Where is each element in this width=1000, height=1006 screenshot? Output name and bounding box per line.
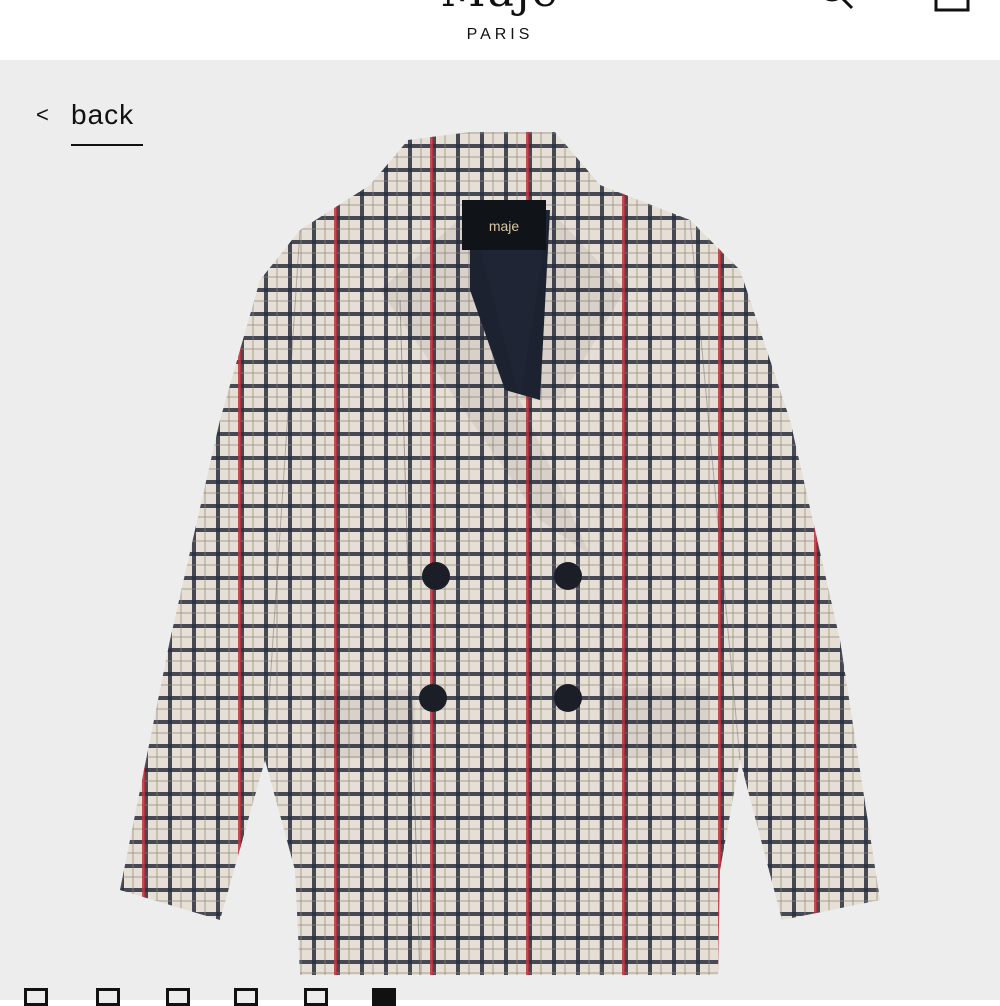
gallery-dot-2[interactable] <box>96 988 120 1006</box>
brand-label-text: maje <box>489 218 520 234</box>
product-image: maje <box>0 60 1000 1000</box>
hamburger-menu-icon[interactable] <box>28 0 94 12</box>
gallery-dot-6-active[interactable] <box>372 988 396 1006</box>
coat-button <box>419 684 447 712</box>
brand-tagline: PARIS <box>466 26 534 43</box>
back-label: back <box>71 99 135 130</box>
gallery-dot-1[interactable] <box>24 988 48 1006</box>
gallery-dot-3[interactable] <box>166 988 190 1006</box>
coat-button <box>554 562 582 590</box>
site-header: Maje PARIS <box>0 0 1000 60</box>
coat-button <box>422 562 450 590</box>
gallery-dot-4[interactable] <box>234 988 258 1006</box>
coat-button <box>554 684 582 712</box>
gallery-dot-5[interactable] <box>304 988 328 1006</box>
gallery-pager <box>0 988 1000 1006</box>
brand-logo[interactable]: Maje <box>400 0 600 14</box>
back-underline <box>71 144 143 146</box>
shopping-bag-icon[interactable] <box>932 0 972 14</box>
search-icon[interactable] <box>818 0 858 14</box>
chevron-left-icon: < <box>36 102 49 127</box>
